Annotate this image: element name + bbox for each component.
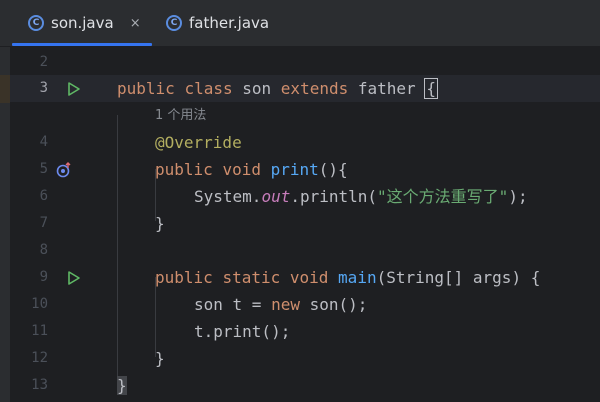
code-text: System.out.println("这个方法重写了"); — [194, 187, 528, 206]
usage-hint-line: 1 个用法 — [10, 102, 600, 129]
close-icon[interactable]: × — [130, 16, 141, 31]
line-number: 13 — [31, 377, 48, 393]
line-number: 7 — [39, 215, 48, 231]
code-line[interactable]: 13 } — [10, 372, 600, 399]
code-text: public class son extends father { — [117, 78, 438, 99]
active-tab-indicator — [12, 43, 152, 46]
code-text: } — [155, 349, 165, 368]
code-text: t.print(); — [194, 322, 291, 341]
code-text: public static void main(String[] args) { — [155, 268, 541, 287]
override-method-icon[interactable] — [56, 162, 72, 178]
code-text: @Override — [155, 133, 242, 152]
code-text: } — [117, 372, 127, 399]
run-icon[interactable] — [66, 270, 82, 286]
code-line-current[interactable]: 3 public class son extends father { — [10, 75, 600, 102]
line-number: 2 — [39, 54, 48, 70]
code-line[interactable]: 4 @Override — [10, 129, 600, 156]
code-line[interactable]: 5 public void print(){ — [10, 156, 600, 183]
tab-label: son.java — [51, 14, 114, 32]
line-number: 11 — [31, 323, 48, 339]
left-tool-strip — [0, 47, 10, 402]
line-number: 4 — [39, 134, 48, 150]
tab-father-java[interactable]: C father.java — [166, 0, 269, 46]
line-number: 8 — [39, 242, 48, 258]
matched-brace: { — [424, 78, 438, 99]
tab-label: father.java — [189, 14, 270, 32]
code-line[interactable]: 11 t.print(); — [10, 318, 600, 345]
line-number: 6 — [39, 188, 48, 204]
java-class-icon: C — [166, 15, 182, 31]
code-line[interactable]: 12 } — [10, 345, 600, 372]
code-text: public void print(){ — [155, 160, 348, 179]
java-class-icon: C — [28, 15, 44, 31]
tab-son-java[interactable]: C son.java × — [28, 0, 141, 46]
line-number: 5 — [39, 161, 48, 177]
usages-inlay-hint[interactable]: 1 个用法 — [155, 102, 206, 129]
editor-tab-bar: C son.java × C father.java — [0, 0, 600, 47]
code-line[interactable]: 10 son t = new son(); — [10, 291, 600, 318]
line-number: 12 — [31, 350, 48, 366]
code-text: } — [155, 214, 165, 233]
code-editor[interactable]: 2 3 public class son extends father { 1 … — [10, 47, 600, 402]
code-line[interactable]: 6 System.out.println("这个方法重写了"); — [10, 183, 600, 210]
code-line[interactable]: 7 } — [10, 210, 600, 237]
line-number: 3 — [39, 80, 48, 96]
code-line[interactable]: 8 — [10, 237, 600, 264]
code-text: son t = new son(); — [194, 295, 368, 314]
code-line[interactable]: 9 public static void main(String[] args)… — [10, 264, 600, 291]
line-number: 10 — [31, 296, 48, 312]
code-line[interactable]: 2 — [10, 49, 600, 76]
matched-brace: } — [117, 376, 127, 395]
run-icon[interactable] — [66, 81, 82, 97]
line-number: 9 — [39, 269, 48, 285]
